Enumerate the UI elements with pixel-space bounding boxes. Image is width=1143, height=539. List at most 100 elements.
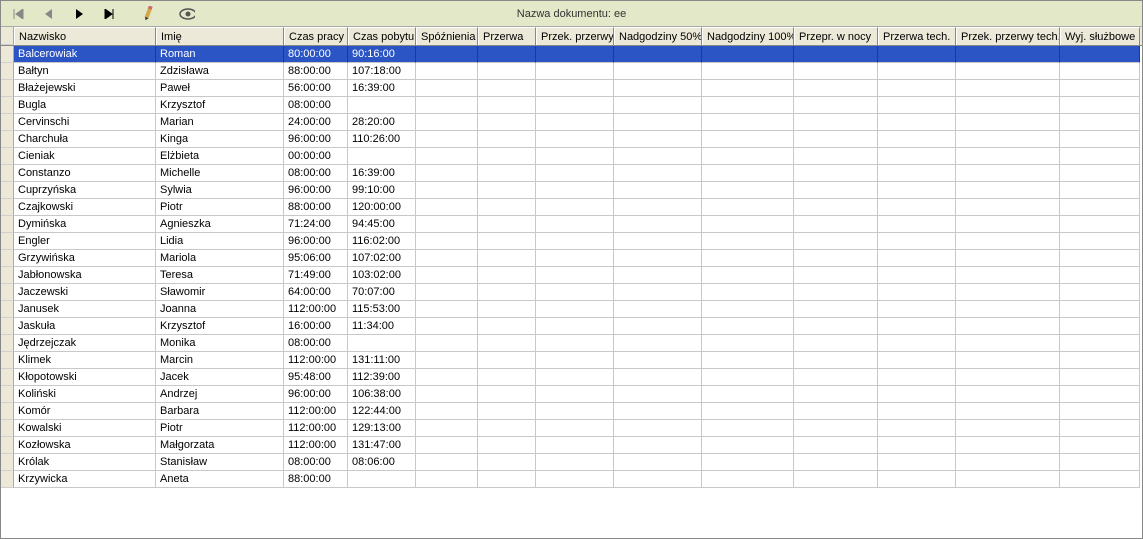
cell-nazwisko[interactable]: Błażejewski <box>14 80 156 97</box>
row-gutter[interactable] <box>1 369 14 386</box>
cell-nazwisko[interactable]: Jabłonowska <box>14 267 156 284</box>
cell-nazwisko[interactable]: Constanzo <box>14 165 156 182</box>
cell-imie[interactable]: Sylwia <box>156 182 284 199</box>
cell-nadg50[interactable] <box>614 454 702 471</box>
cell-nazwisko[interactable]: Jaskuła <box>14 318 156 335</box>
cell-nadg100[interactable] <box>702 386 794 403</box>
cell-przerwa[interactable] <box>478 63 536 80</box>
cell-nadg50[interactable] <box>614 233 702 250</box>
cell-imie[interactable]: Paweł <box>156 80 284 97</box>
cell-przekprzerwy[interactable] <box>536 199 614 216</box>
cell-czaspracy[interactable]: 24:00:00 <box>284 114 348 131</box>
cell-przeprwnocy[interactable] <box>794 403 878 420</box>
cell-czaspobytu[interactable] <box>348 97 416 114</box>
cell-przekprzerwytech[interactable] <box>956 233 1060 250</box>
cell-czaspobytu[interactable]: 120:00:00 <box>348 199 416 216</box>
cell-imie[interactable]: Roman <box>156 46 284 63</box>
cell-przeprwnocy[interactable] <box>794 335 878 352</box>
cell-nadg100[interactable] <box>702 437 794 454</box>
cell-czaspracy[interactable]: 112:00:00 <box>284 403 348 420</box>
cell-przekprzerwy[interactable] <box>536 318 614 335</box>
cell-spoznienia[interactable] <box>416 97 478 114</box>
cell-czaspracy[interactable]: 112:00:00 <box>284 437 348 454</box>
col-header-czaspracy[interactable]: Czas pracy <box>284 27 348 45</box>
cell-przerwatech[interactable] <box>878 63 956 80</box>
cell-wyjsluzbowe[interactable] <box>1060 471 1140 488</box>
row-gutter[interactable] <box>1 97 14 114</box>
cell-czaspobytu[interactable]: 115:53:00 <box>348 301 416 318</box>
cell-nadg100[interactable] <box>702 233 794 250</box>
cell-przeprwnocy[interactable] <box>794 454 878 471</box>
next-button[interactable] <box>71 6 87 22</box>
cell-przekprzerwy[interactable] <box>536 420 614 437</box>
cell-nadg50[interactable] <box>614 437 702 454</box>
cell-przekprzerwytech[interactable] <box>956 454 1060 471</box>
cell-przekprzerwytech[interactable] <box>956 403 1060 420</box>
cell-czaspracy[interactable]: 88:00:00 <box>284 199 348 216</box>
cell-przerwa[interactable] <box>478 97 536 114</box>
cell-spoznienia[interactable] <box>416 182 478 199</box>
cell-przekprzerwytech[interactable] <box>956 318 1060 335</box>
cell-przerwa[interactable] <box>478 318 536 335</box>
cell-spoznienia[interactable] <box>416 131 478 148</box>
cell-imie[interactable]: Jacek <box>156 369 284 386</box>
cell-wyjsluzbowe[interactable] <box>1060 369 1140 386</box>
cell-wyjsluzbowe[interactable] <box>1060 46 1140 63</box>
cell-nadg100[interactable] <box>702 165 794 182</box>
cell-czaspobytu[interactable]: 16:39:00 <box>348 165 416 182</box>
cell-wyjsluzbowe[interactable] <box>1060 199 1140 216</box>
cell-nadg50[interactable] <box>614 335 702 352</box>
cell-przekprzerwy[interactable] <box>536 403 614 420</box>
prev-button[interactable] <box>41 6 57 22</box>
cell-imie[interactable]: Stanisław <box>156 454 284 471</box>
cell-nazwisko[interactable]: Czajkowski <box>14 199 156 216</box>
table-row[interactable]: EnglerLidia96:00:00116:02:00 <box>1 233 1142 250</box>
cell-przekprzerwy[interactable] <box>536 114 614 131</box>
table-row[interactable]: CieniakElżbieta00:00:00 <box>1 148 1142 165</box>
cell-przerwatech[interactable] <box>878 46 956 63</box>
cell-czaspracy[interactable]: 00:00:00 <box>284 148 348 165</box>
cell-imie[interactable]: Krzysztof <box>156 318 284 335</box>
cell-nadg100[interactable] <box>702 114 794 131</box>
cell-nadg50[interactable] <box>614 80 702 97</box>
cell-przekprzerwytech[interactable] <box>956 63 1060 80</box>
table-row[interactable]: KłopotowskiJacek95:48:00112:39:00 <box>1 369 1142 386</box>
table-row[interactable]: KomórBarbara112:00:00122:44:00 <box>1 403 1142 420</box>
cell-nadg100[interactable] <box>702 216 794 233</box>
cell-nadg100[interactable] <box>702 199 794 216</box>
cell-przekprzerwytech[interactable] <box>956 148 1060 165</box>
cell-spoznienia[interactable] <box>416 63 478 80</box>
cell-przeprwnocy[interactable] <box>794 199 878 216</box>
cell-nadg100[interactable] <box>702 97 794 114</box>
cell-przekprzerwytech[interactable] <box>956 335 1060 352</box>
cell-przekprzerwy[interactable] <box>536 386 614 403</box>
cell-czaspobytu[interactable]: 94:45:00 <box>348 216 416 233</box>
cell-czaspobytu[interactable] <box>348 471 416 488</box>
edit-button[interactable] <box>141 6 157 22</box>
row-gutter[interactable] <box>1 148 14 165</box>
cell-nadg100[interactable] <box>702 80 794 97</box>
view-button[interactable] <box>179 6 195 22</box>
cell-nazwisko[interactable]: Cervinschi <box>14 114 156 131</box>
cell-przekprzerwytech[interactable] <box>956 182 1060 199</box>
cell-imie[interactable]: Mariola <box>156 250 284 267</box>
cell-nadg100[interactable] <box>702 131 794 148</box>
cell-przeprwnocy[interactable] <box>794 284 878 301</box>
cell-czaspobytu[interactable]: 70:07:00 <box>348 284 416 301</box>
cell-przekprzerwy[interactable] <box>536 471 614 488</box>
cell-przekprzerwytech[interactable] <box>956 267 1060 284</box>
cell-czaspracy[interactable]: 96:00:00 <box>284 182 348 199</box>
cell-nazwisko[interactable]: Królak <box>14 454 156 471</box>
cell-imie[interactable]: Teresa <box>156 267 284 284</box>
cell-imie[interactable]: Lidia <box>156 233 284 250</box>
cell-przekprzerwytech[interactable] <box>956 301 1060 318</box>
row-gutter[interactable] <box>1 420 14 437</box>
cell-czaspobytu[interactable]: 122:44:00 <box>348 403 416 420</box>
table-row[interactable]: KlimekMarcin112:00:00131:11:00 <box>1 352 1142 369</box>
col-header-czaspobytu[interactable]: Czas pobytu <box>348 27 416 45</box>
cell-nadg100[interactable] <box>702 352 794 369</box>
cell-przekprzerwy[interactable] <box>536 131 614 148</box>
cell-przekprzerwytech[interactable] <box>956 284 1060 301</box>
cell-czaspracy[interactable]: 88:00:00 <box>284 471 348 488</box>
cell-czaspobytu[interactable]: 107:02:00 <box>348 250 416 267</box>
